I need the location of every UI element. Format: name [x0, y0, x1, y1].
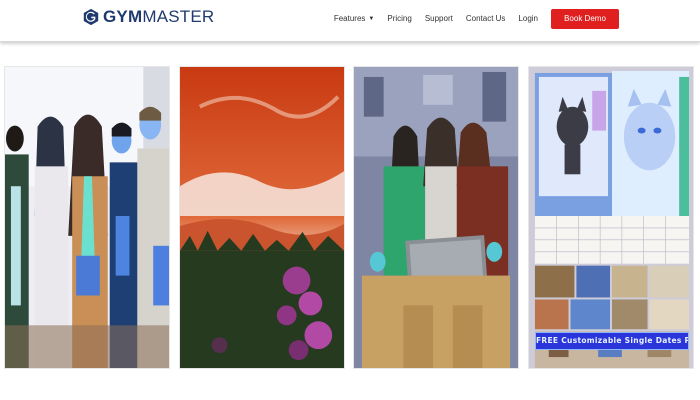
image-gallery: FREE Customizable Single Dates Pet Calen…	[0, 44, 700, 400]
gallery-card-landscape[interactable]	[179, 66, 345, 369]
logo-wordmark: GYMMASTER	[103, 7, 215, 26]
book-demo-button[interactable]: Book Demo	[551, 9, 619, 29]
nav-pricing[interactable]: Pricing	[387, 10, 411, 28]
sunset-landscape-image	[180, 67, 344, 368]
nav-login[interactable]: Login	[518, 10, 538, 28]
site-header: GYMMASTER Features ▼ Pricing Support Cont…	[0, 0, 700, 42]
calendar-promo-banner: FREE Customizable Single Dates Pet Calen…	[535, 332, 689, 350]
gallery-card-students[interactable]	[4, 66, 170, 369]
gallery-card-calendar[interactable]: FREE Customizable Single Dates Pet Calen…	[528, 66, 694, 369]
nav-features[interactable]: Features ▼	[334, 10, 375, 28]
friends-laptop-image	[354, 67, 518, 368]
nav-contact-us[interactable]: Contact Us	[466, 10, 506, 28]
nav-support[interactable]: Support	[425, 10, 453, 28]
page: GYMMASTER Features ▼ Pricing Support Cont…	[0, 0, 700, 400]
gallery-card-friends[interactable]	[353, 66, 519, 369]
chevron-down-icon: ▼	[368, 16, 375, 22]
main-nav: Features ▼ Pricing Support Contact Us Log…	[321, 10, 538, 28]
students-group-image	[5, 67, 169, 368]
pet-calendar-image	[529, 67, 693, 368]
gymmaster-logo-icon	[83, 8, 99, 26]
gymmaster-logo[interactable]: GYMMASTER	[82, 8, 214, 26]
